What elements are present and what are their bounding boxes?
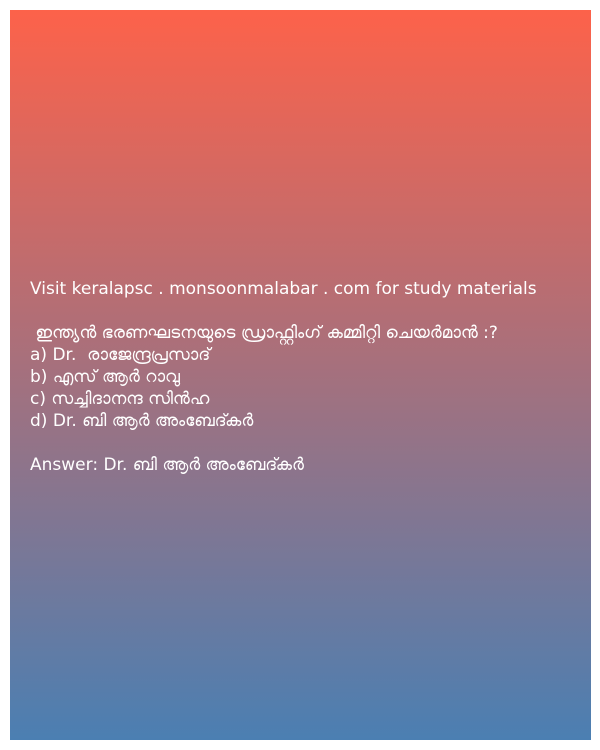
option-a: a) Dr. രാജേന്ദ്രപ്രസാദ് xyxy=(30,345,211,365)
question-text: ഇന്ത്യൻ ഭരണഘടനയുടെ ഡ്രാഫ്റ്റിംഗ് കമ്മിറ്… xyxy=(30,323,498,343)
option-b: b) എസ് ആർ റാവു xyxy=(30,367,180,387)
option-c: c) സച്ചിദാനന്ദ സിൻഹ xyxy=(30,389,210,409)
answer-text: Answer: Dr. ബി ആർ അംബേദ്കർ xyxy=(30,455,304,475)
visit-text: Visit keralapsc . monsoonmalabar . com f… xyxy=(30,279,537,299)
question-card: Visit keralapsc . monsoonmalabar . com f… xyxy=(10,10,591,740)
option-d: d) Dr. ബി ആർ അംബേദ്കർ xyxy=(30,411,254,431)
card-content: Visit keralapsc . monsoonmalabar . com f… xyxy=(30,278,585,476)
